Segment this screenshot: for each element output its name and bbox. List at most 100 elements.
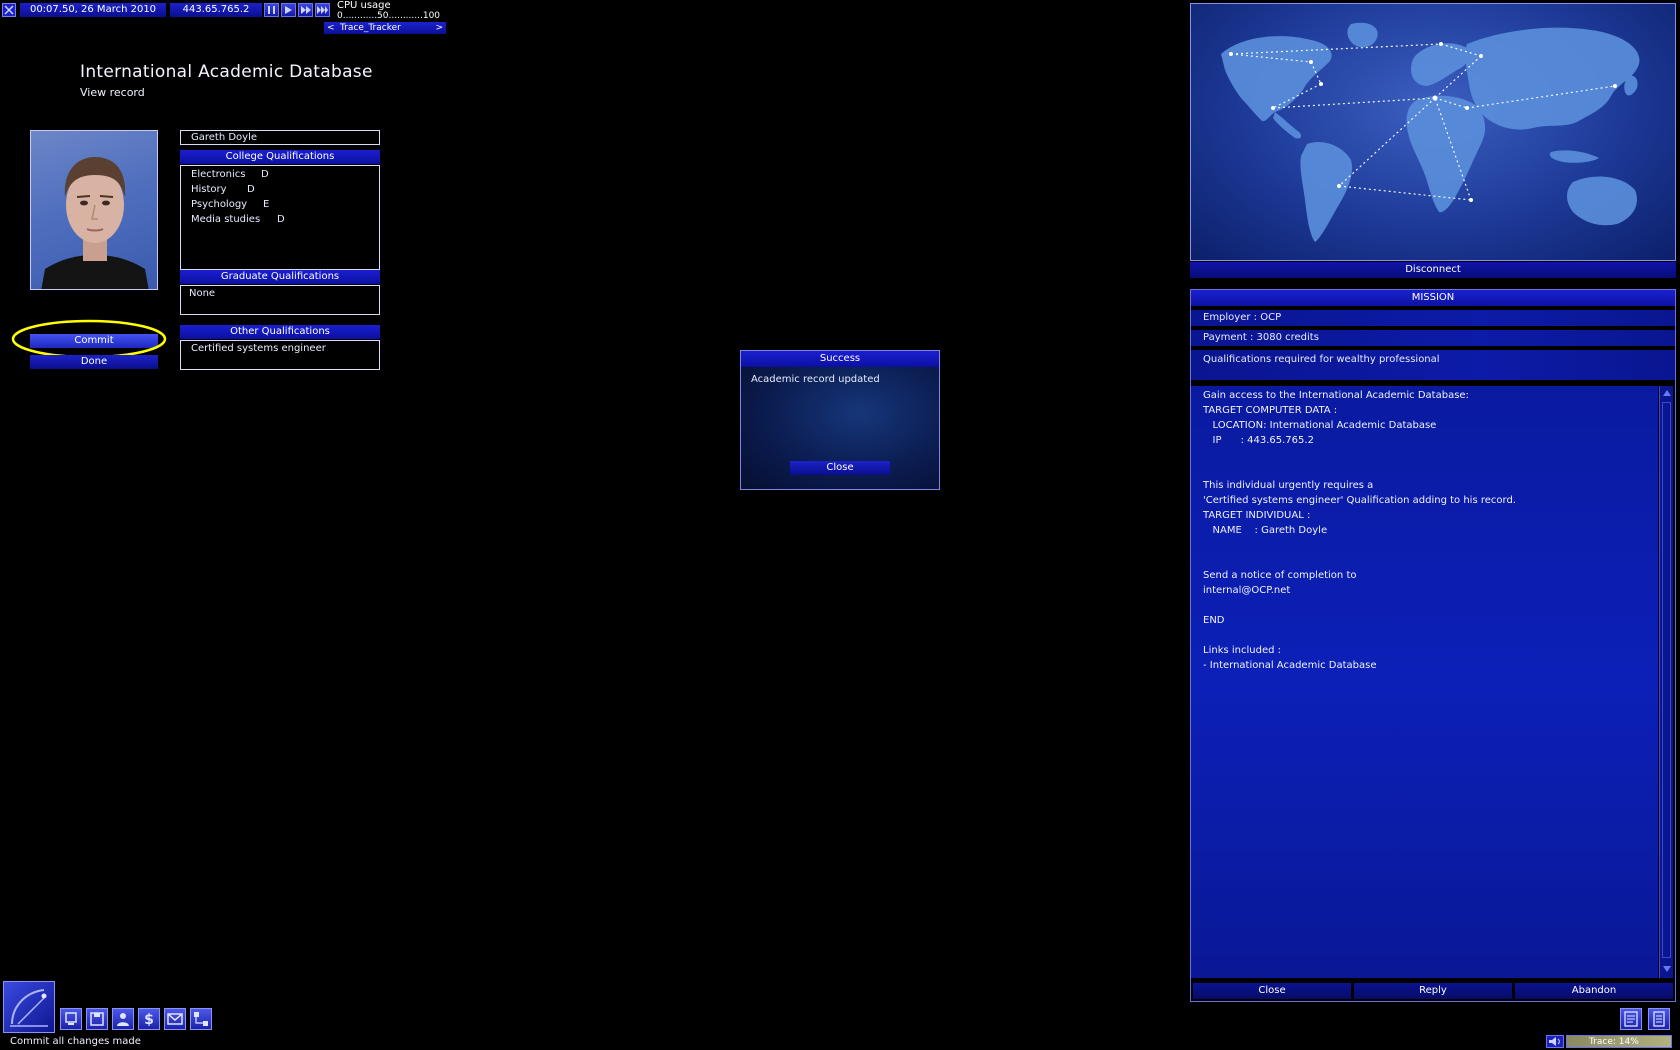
speaker-button[interactable] [1546,1035,1564,1048]
mission-line [1203,463,1658,478]
qualification-subject: Psychology [191,199,248,210]
done-button[interactable]: Done [30,355,158,369]
notes-button[interactable] [1620,1008,1642,1030]
taskbar-finance-button[interactable]: $ [138,1008,160,1030]
page-subtitle: View record [80,86,145,99]
game-clock: 00:07.50, 26 March 2010 [20,3,166,17]
mission-line [1203,598,1658,613]
exit-icon[interactable] [2,3,16,17]
mission-scrollbar[interactable] [1659,386,1673,978]
mission-close-button[interactable]: Close [1193,983,1351,999]
skip-icon [317,6,328,14]
scroll-up-button[interactable] [1661,387,1673,399]
mission-line: Send a notice of completion to [1203,570,1357,581]
arrow-down-icon [1663,966,1671,972]
fastest-forward-button[interactable] [315,3,330,17]
disconnect-button[interactable]: Disconnect [1190,262,1676,278]
mission-line: This individual urgently requires a [1203,480,1374,491]
taskbar-connection-button[interactable] [190,1008,212,1030]
mission-line: 'Certified systems engineer' Qualificati… [1203,495,1516,506]
taskbar-computer-button[interactable] [60,1008,82,1030]
dialog-close-button[interactable]: Close [790,461,890,475]
dollar-icon: $ [144,1012,154,1028]
document-icon [1653,1011,1665,1027]
graduate-qualifications-list: None [180,285,380,315]
list-item: Electronics D [191,169,269,180]
mission-line [1203,628,1658,643]
mission-line: Gain access to the International Academi… [1203,390,1469,401]
person-icon [117,1013,129,1026]
page-title: International Academic Database [80,62,373,82]
play-button[interactable] [281,3,296,17]
scroll-down-button[interactable] [1661,963,1673,975]
list-item: History D [191,184,255,195]
mission-line: END [1203,615,1225,626]
fast-forward-icon [301,6,311,14]
mission-line: Links included : [1203,645,1281,656]
list-item: Media studies D [191,214,285,225]
pause-button[interactable] [264,3,279,17]
trace-tracker-label: Trace_Tracker [340,23,401,33]
taskbar-memory-button[interactable] [86,1008,108,1030]
qualification-grade: E [263,199,270,210]
dialog-message: Academic record updated [751,374,880,385]
mission-header: MISSION [1191,290,1675,306]
mission-summary: Qualifications required for wealthy prof… [1191,350,1675,380]
pause-icon [268,6,275,14]
mission-reply-button[interactable]: Reply [1354,983,1512,999]
satellite-dish-icon [10,989,48,1027]
network-icon [194,1012,208,1026]
mission-line: internal@OCP.net [1203,585,1291,596]
gateway-button[interactable] [1648,1008,1670,1030]
world-map[interactable] [1190,3,1676,261]
dialog-title: Success [741,351,939,367]
cpu-usage-scale: 0............50............100 [337,11,441,21]
qualification-grade: D [261,169,269,180]
top-bar: 00:07.50, 26 March 2010 443.65.765.2 CPU… [0,0,460,36]
trace-prev-button[interactable]: < [327,22,335,34]
college-qualifications-header: College Qualifications [180,150,380,164]
commit-highlight-ring [11,319,167,359]
qualification-subject: Electronics [191,169,246,180]
arrow-up-icon [1663,390,1671,396]
main-menu-button[interactable] [3,981,55,1033]
other-qualifications-header: Other Qualifications [180,325,380,339]
play-icon [285,6,292,14]
record-name-field[interactable]: Gareth Doyle [180,130,380,145]
qualification-subject: Media studies [191,214,261,225]
mission-line: TARGET COMPUTER DATA : [1203,405,1338,416]
mission-payment: Payment : 3080 credits [1191,330,1675,346]
qualification-subject: History [191,184,227,195]
graduate-qualifications-header: Graduate Qualifications [180,270,380,284]
svg-text:$: $ [144,1012,154,1028]
computer-icon [65,1012,77,1025]
mission-description: Gain access to the International Academi… [1191,386,1658,978]
notepad-icon [1624,1011,1638,1027]
mission-line [1203,538,1658,553]
status-message: Commit all changes made [10,1036,141,1047]
mission-line: IP : 443.65.765.2 [1203,435,1314,446]
mission-line: TARGET INDIVIDUAL : [1203,510,1311,521]
person-photo [30,130,158,290]
trace-next-button[interactable]: > [435,22,443,34]
trace-tracker-selector[interactable]: < Trace_Tracker > [324,22,446,34]
face-portrait-icon [41,157,149,289]
taskbar-email-button[interactable] [164,1008,186,1030]
local-ip: 443.65.765.2 [170,3,262,17]
qualification-grade: D [277,214,285,225]
trace-meter-label: Trace: 14% [1589,1037,1639,1047]
mission-line: - International Academic Database [1203,660,1377,671]
fast-forward-button[interactable] [298,3,313,17]
mission-line: NAME : Gareth Doyle [1203,525,1328,536]
speaker-icon [1549,1037,1560,1046]
scroll-track[interactable] [1662,402,1671,958]
cpu-usage-label: CPU usage [337,0,391,11]
graduate-qualification-value: None [189,288,216,299]
trace-meter: Trace: 14% [1566,1035,1672,1048]
taskbar-status-button[interactable] [112,1008,134,1030]
disk-icon [90,1012,104,1026]
list-item: Psychology E [191,199,269,210]
mission-abandon-button[interactable]: Abandon [1515,983,1673,999]
success-dialog: Success Academic record updated Close [740,350,940,490]
record-name: Gareth Doyle [191,132,258,143]
